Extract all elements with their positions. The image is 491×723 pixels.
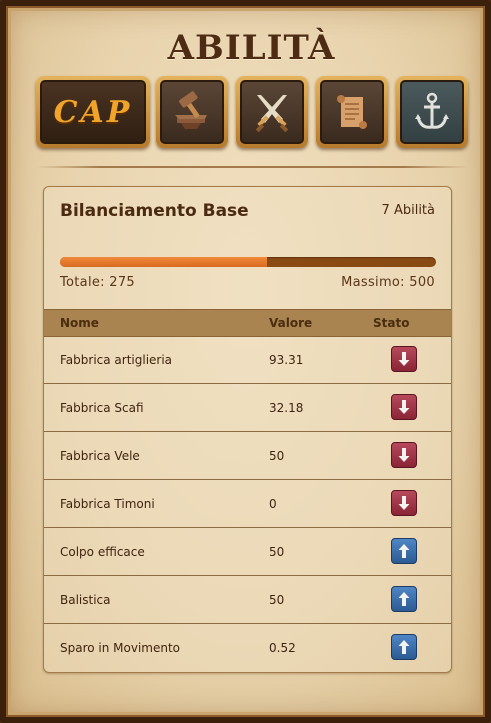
cap-label: CAP (53, 94, 133, 130)
increase-button[interactable] (391, 634, 417, 660)
arrow-up-icon (398, 640, 410, 654)
scroll-icon (337, 95, 367, 129)
skills-panel: Bilanciamento Base 7 Abilità Totale: 275… (43, 186, 452, 673)
skill-name: Balistica (60, 593, 111, 607)
arrow-down-icon (398, 352, 410, 366)
arrow-down-icon (398, 448, 410, 462)
arrow-down-icon (398, 400, 410, 414)
table-header: Nome Valore Stato (44, 309, 451, 337)
decrease-button[interactable] (391, 442, 417, 468)
arrow-up-icon (398, 544, 410, 558)
table-row: Fabbrica artiglieria 93.31 (44, 336, 451, 384)
skill-value: 0.52 (269, 641, 296, 655)
skill-name: Fabbrica artiglieria (60, 353, 173, 367)
arrow-up-icon (398, 592, 410, 606)
increase-button[interactable] (391, 586, 417, 612)
skill-name: Fabbrica Scafi (60, 401, 144, 415)
skill-name: Fabbrica Vele (60, 449, 140, 463)
panel-title: Bilanciamento Base (60, 201, 249, 221)
window-title: ABILITÀ (167, 28, 336, 68)
skill-value: 32.18 (269, 401, 304, 415)
table-row: Colpo efficace 50 (44, 528, 451, 576)
abilities-window: ABILITÀ CAP Bilanciamento Base 7 Abilità… (0, 0, 491, 723)
arrow-down-icon (398, 496, 410, 510)
tab-naval[interactable] (396, 76, 468, 148)
header-status: Stato (373, 316, 410, 330)
table-row: Sparo in Movimento 0.52 (44, 624, 451, 671)
decrease-button[interactable] (391, 490, 417, 516)
skill-value: 93.31 (269, 353, 304, 367)
table-row: Fabbrica Timoni 0 (44, 480, 451, 528)
skill-value: 0 (269, 497, 277, 511)
progress-fill (60, 257, 267, 267)
skills-table-body: Fabbrica artiglieria 93.31 Fabbrica Scafi 3… (44, 336, 451, 671)
tab-combat[interactable] (236, 76, 308, 148)
header-value: Valore (269, 316, 313, 330)
tab-scroll[interactable] (316, 76, 388, 148)
tab-cap[interactable]: CAP (36, 76, 150, 148)
hammer-anvil-icon (175, 91, 207, 129)
crossed-swords-icon (255, 95, 289, 133)
skill-value: 50 (269, 593, 285, 607)
total-label: Totale: 275 (60, 275, 135, 290)
tab-bar: CAP (36, 76, 468, 148)
table-row: Balistica 50 (44, 576, 451, 624)
decrease-button[interactable] (391, 346, 417, 372)
skill-count: 7 Abilità (381, 203, 435, 218)
skill-value: 50 (269, 449, 285, 463)
table-row: Fabbrica Vele 50 (44, 432, 451, 480)
anchor-icon (415, 92, 449, 129)
decrease-button[interactable] (391, 394, 417, 420)
skill-name: Colpo efficace (60, 545, 145, 559)
skill-value: 50 (269, 545, 285, 559)
table-row: Fabbrica Scafi 32.18 (44, 384, 451, 432)
skill-name: Sparo in Movimento (60, 641, 181, 655)
divider (36, 166, 468, 168)
increase-button[interactable] (391, 538, 417, 564)
max-label: Massimo: 500 (341, 275, 435, 290)
points-progress-bar (60, 257, 436, 267)
header-name: Nome (60, 316, 99, 330)
tab-crafting[interactable] (156, 76, 228, 148)
skill-name: Fabbrica Timoni (60, 497, 155, 511)
